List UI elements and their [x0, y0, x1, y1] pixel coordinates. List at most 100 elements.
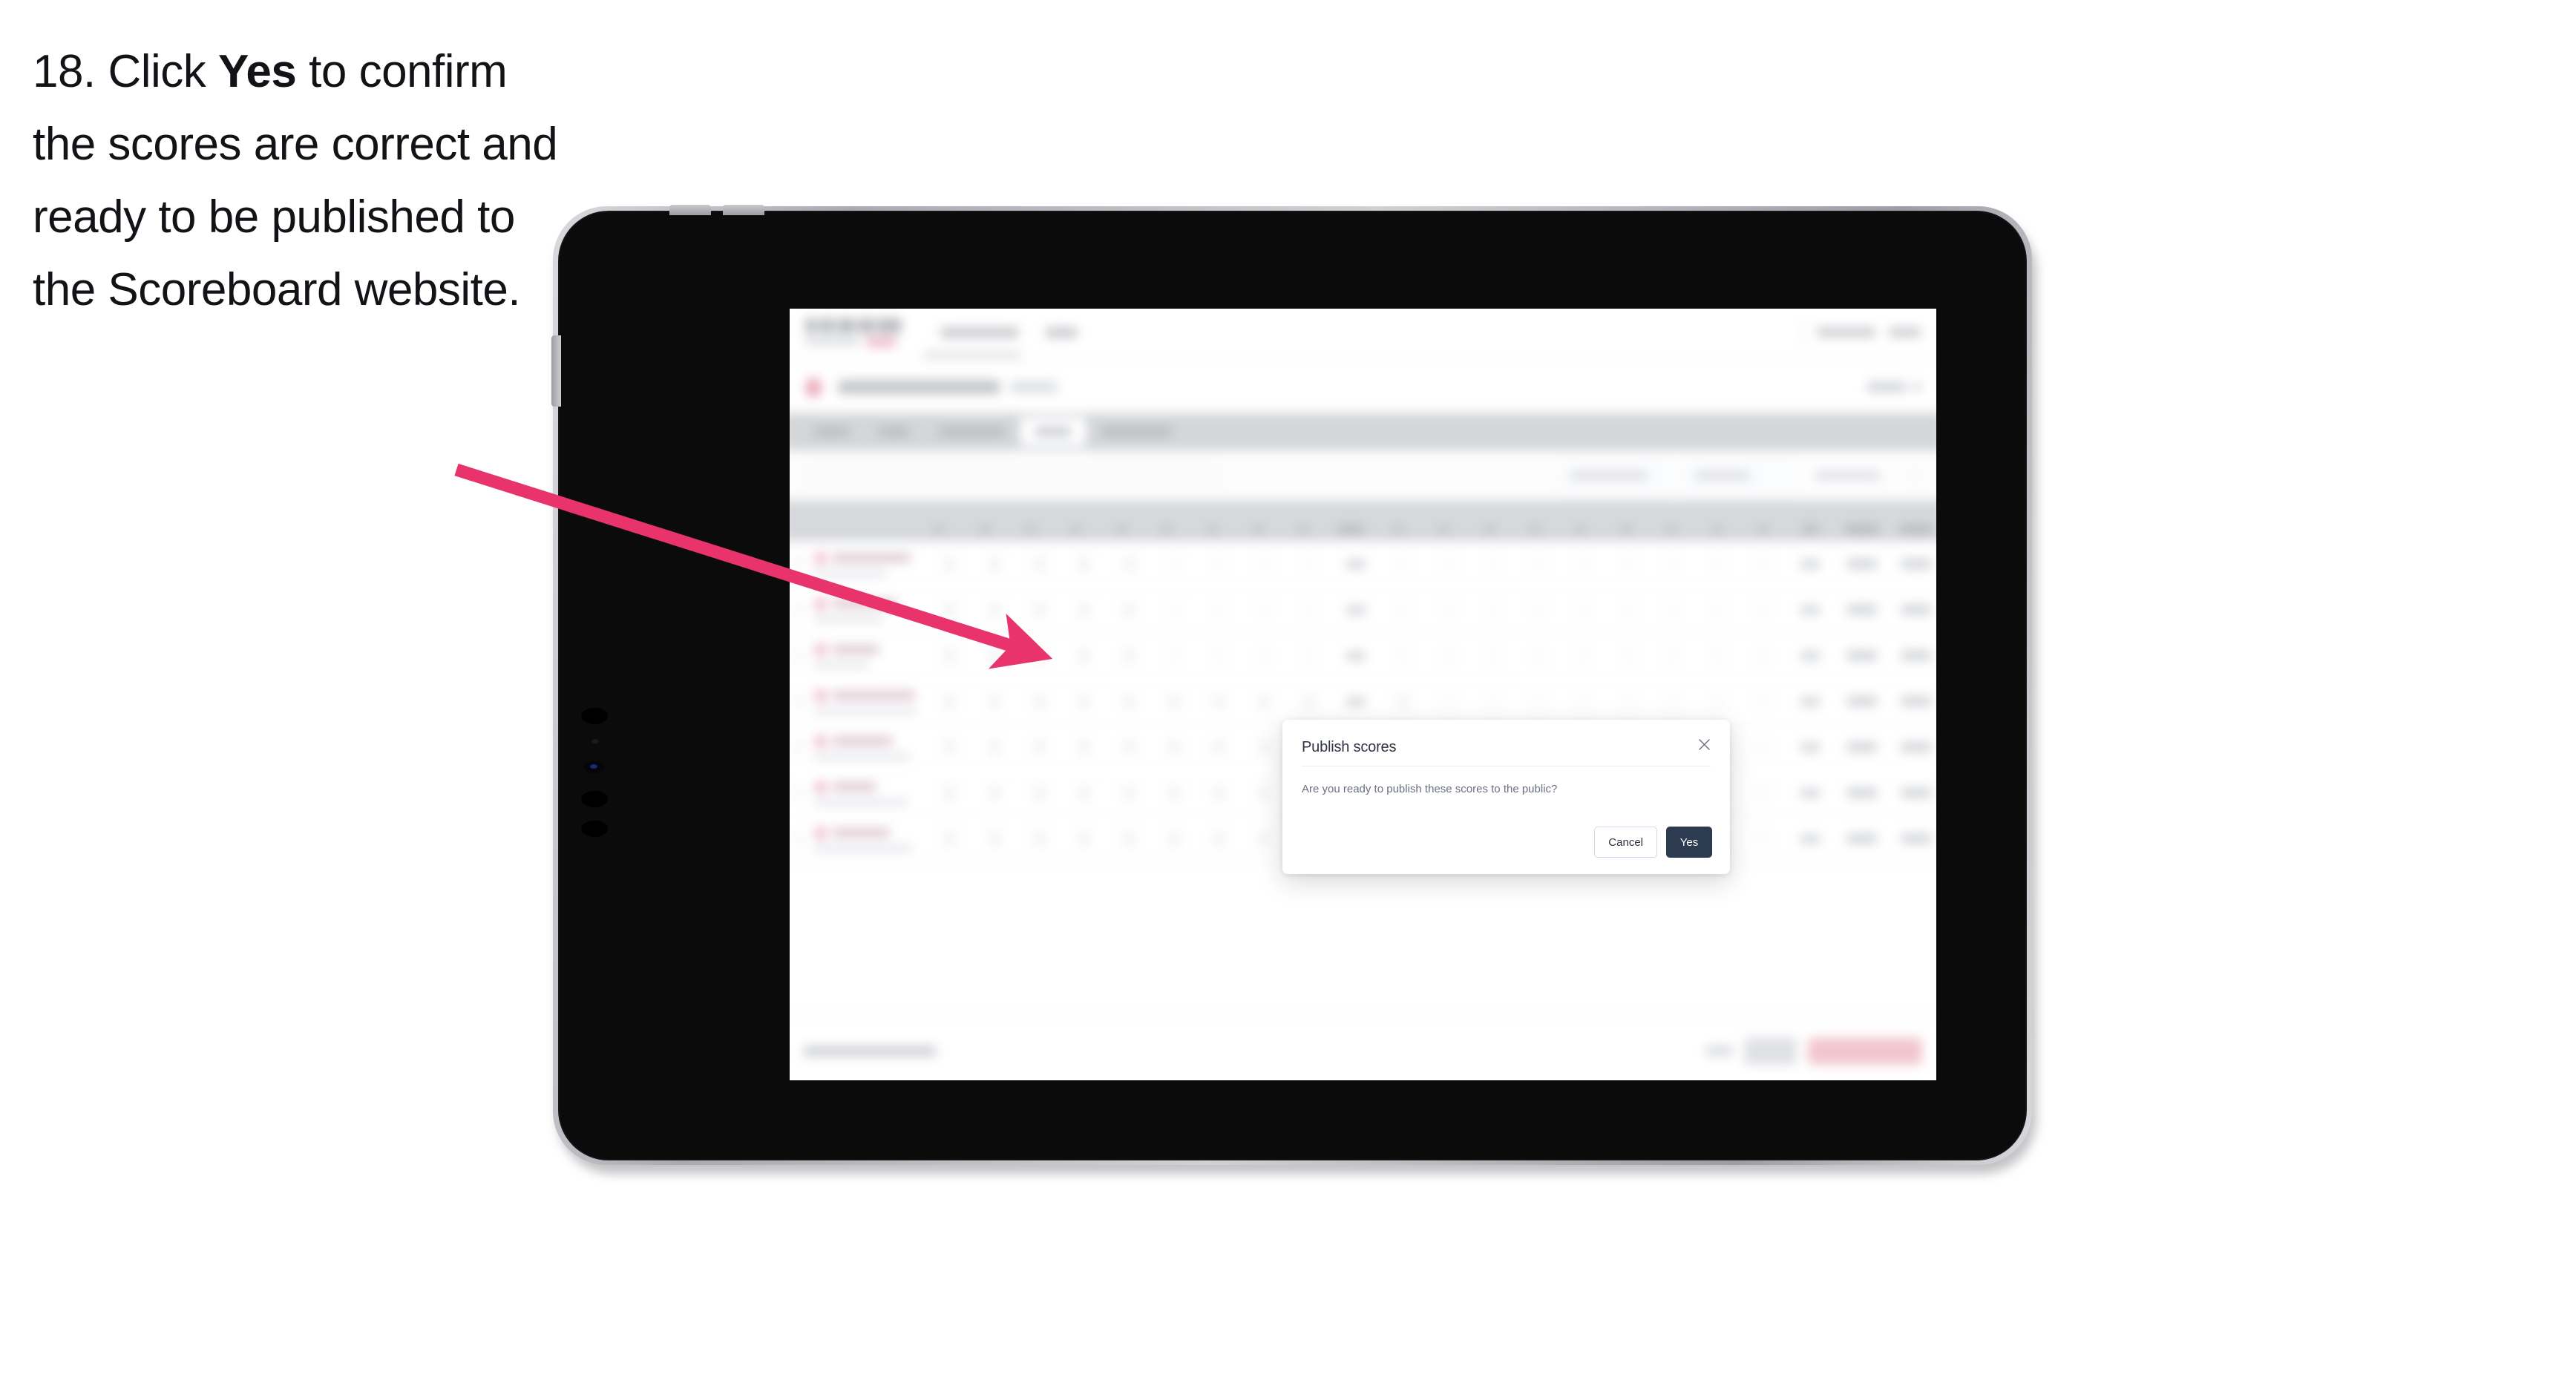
volume-button-top[interactable] [723, 205, 764, 215]
score-input[interactable] [986, 554, 1003, 574]
score-input[interactable] [1300, 600, 1317, 620]
row-checkbox[interactable] [790, 557, 814, 571]
score-cell[interactable] [1196, 691, 1242, 712]
score-input[interactable] [1075, 737, 1093, 757]
score-cell[interactable] [1017, 783, 1062, 803]
score-input[interactable] [1300, 554, 1317, 574]
score-input[interactable] [1121, 737, 1138, 757]
score-cell[interactable] [1286, 600, 1331, 620]
score-input[interactable] [1575, 646, 1592, 666]
tab-course-setup[interactable] [924, 418, 1020, 446]
close-icon[interactable] [1694, 735, 1714, 754]
score-input[interactable] [1121, 600, 1138, 620]
score-input[interactable] [1121, 646, 1138, 666]
row-checkbox[interactable] [790, 695, 814, 708]
score-input[interactable] [1031, 646, 1048, 666]
power-button[interactable] [669, 205, 711, 215]
score-cell[interactable] [1152, 783, 1197, 803]
score-cell[interactable] [1107, 783, 1152, 803]
score-cell[interactable] [1740, 554, 1786, 574]
score-cell[interactable] [1471, 691, 1516, 712]
score-input[interactable] [1665, 691, 1682, 712]
score-cell[interactable] [1286, 646, 1331, 666]
score-input[interactable] [1210, 600, 1228, 620]
score-cell[interactable] [972, 691, 1017, 712]
score-cell[interactable] [972, 554, 1017, 574]
score-input[interactable] [1210, 646, 1228, 666]
score-cell[interactable] [1740, 829, 1786, 849]
tab-results[interactable] [1020, 417, 1087, 447]
score-input[interactable] [1754, 554, 1772, 574]
score-cell[interactable] [1286, 554, 1331, 574]
score-cell[interactable] [1152, 737, 1197, 757]
score-cell[interactable] [927, 829, 972, 849]
score-input[interactable] [941, 554, 958, 574]
score-cell[interactable] [1152, 646, 1197, 666]
score-cell[interactable] [927, 600, 972, 620]
score-input[interactable] [1075, 646, 1093, 666]
event-action-label[interactable] [1867, 382, 1907, 393]
score-cell[interactable] [1561, 691, 1606, 712]
score-cell[interactable] [1651, 691, 1696, 712]
score-cell[interactable] [1242, 600, 1287, 620]
score-input[interactable] [986, 783, 1003, 803]
score-input[interactable] [1665, 646, 1682, 666]
row-checkbox[interactable] [790, 786, 814, 799]
score-cell[interactable] [1381, 554, 1426, 574]
score-input[interactable] [1031, 600, 1048, 620]
score-cell[interactable] [1062, 783, 1107, 803]
score-cell[interactable] [1515, 691, 1561, 712]
score-input[interactable] [941, 691, 958, 712]
score-input[interactable] [1619, 554, 1636, 574]
score-input[interactable] [1075, 783, 1093, 803]
score-cell[interactable] [972, 737, 1017, 757]
row-checkbox[interactable] [790, 649, 814, 662]
score-cell[interactable] [1242, 646, 1287, 666]
score-cell[interactable] [1515, 646, 1561, 666]
score-cell[interactable] [927, 737, 972, 757]
table-row[interactable] [790, 633, 1936, 679]
score-cell[interactable] [1471, 646, 1516, 666]
score-cell[interactable] [1242, 737, 1287, 757]
score-cell[interactable] [1196, 737, 1242, 757]
score-input[interactable] [1575, 600, 1592, 620]
score-input[interactable] [986, 737, 1003, 757]
score-input[interactable] [986, 829, 1003, 849]
score-cell[interactable] [927, 691, 972, 712]
score-cell[interactable] [1196, 829, 1242, 849]
score-input[interactable] [1031, 691, 1048, 712]
score-input[interactable] [941, 829, 958, 849]
user-name-label[interactable] [1817, 327, 1876, 338]
table-settings-icon[interactable] [1908, 467, 1924, 483]
score-cell[interactable] [972, 646, 1017, 666]
score-input[interactable] [1165, 646, 1183, 666]
score-input[interactable] [1255, 600, 1273, 620]
score-input[interactable] [1255, 783, 1273, 803]
table-row[interactable] [790, 678, 1936, 725]
event-chevron-icon[interactable] [1913, 382, 1921, 393]
score-input[interactable] [1075, 554, 1093, 574]
score-input[interactable] [1619, 691, 1636, 712]
score-input[interactable] [1754, 646, 1772, 666]
score-cell[interactable] [1286, 691, 1331, 712]
score-input[interactable] [941, 646, 958, 666]
score-cell[interactable] [1062, 554, 1107, 574]
score-input[interactable] [1530, 600, 1547, 620]
score-input[interactable] [941, 737, 958, 757]
score-input[interactable] [1121, 829, 1138, 849]
score-input[interactable] [1709, 600, 1726, 620]
score-input[interactable] [1709, 646, 1726, 666]
nav-item-teams[interactable] [1045, 326, 1078, 338]
score-cell[interactable] [1242, 829, 1287, 849]
score-input[interactable] [1165, 691, 1183, 712]
score-cell[interactable] [1196, 646, 1242, 666]
score-cell[interactable] [1242, 783, 1287, 803]
score-input[interactable] [986, 600, 1003, 620]
score-cell[interactable] [1696, 646, 1741, 666]
score-input[interactable] [1484, 646, 1502, 666]
score-input[interactable] [986, 646, 1003, 666]
score-input[interactable] [1165, 783, 1183, 803]
score-input[interactable] [1210, 691, 1228, 712]
score-input[interactable] [1031, 554, 1048, 574]
score-input[interactable] [1575, 554, 1592, 574]
